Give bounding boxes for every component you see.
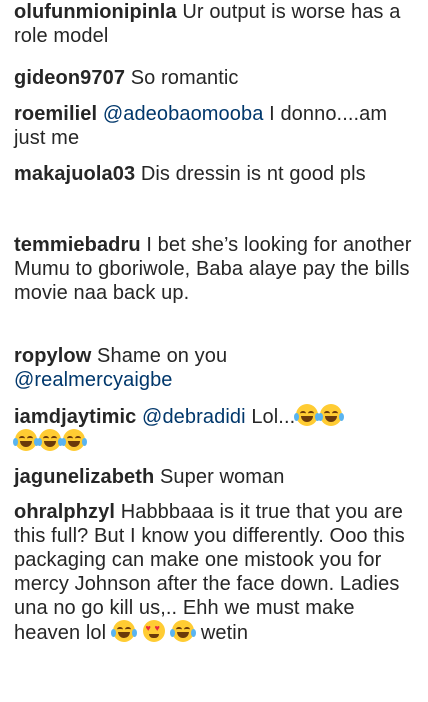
- comment-username[interactable]: makajuola03: [14, 163, 135, 185]
- comment-username[interactable]: temmiebadru: [14, 234, 141, 256]
- comment-username[interactable]: gideon9707: [14, 67, 125, 89]
- comment-item: makajuola03 Dis dressin is nt good pls: [14, 162, 414, 186]
- comment-username[interactable]: ohralphzyl: [14, 501, 115, 523]
- heart-eyes-emoji-icon: ♥ ♥: [142, 620, 165, 642]
- comment-text: So romantic: [130, 67, 239, 89]
- laughing-emoji-icon: [13, 429, 39, 451]
- comment-username[interactable]: roemiliel: [14, 103, 97, 125]
- comment-text: Lol...: [251, 406, 296, 428]
- comment-username[interactable]: ropylow: [14, 345, 91, 367]
- comment-item: ropylow Shame on you @realmercyaigbe: [14, 344, 414, 392]
- comment-item: jagunelizabeth Super woman: [14, 465, 414, 489]
- laughing-emoji-icon: [294, 404, 321, 426]
- comment-username[interactable]: olufunmionipinla: [14, 1, 177, 23]
- comment-username[interactable]: jagunelizabeth: [14, 466, 154, 488]
- comment-item: roemiliel @adeobaomooba I donno....am ju…: [14, 102, 414, 150]
- laughing-emoji-icon: [61, 429, 87, 451]
- laughing-emoji-icon: [110, 620, 137, 642]
- comment-text: Super woman: [159, 466, 285, 488]
- comment-item: gideon9707 So romantic: [14, 66, 414, 90]
- comment-text: Dis dressin is nt good pls: [140, 163, 366, 185]
- comment-item: temmiebadru I bet she’s looking for anot…: [14, 233, 414, 305]
- comment-trailing-text: wetin: [200, 622, 249, 644]
- laughing-emoji-icon: [170, 620, 197, 642]
- comment-mention[interactable]: @adeobaomooba: [103, 103, 264, 125]
- comment-text: Shame on you: [97, 345, 228, 367]
- comments-feed: olufunmionipinla Ur output is worse has …: [0, 0, 428, 702]
- laughing-emoji-icon: [318, 404, 345, 426]
- comment-item: ohralphzyl Habbbaaa is it true that you …: [14, 500, 414, 645]
- comment-mention[interactable]: @realmercyaigbe: [14, 369, 173, 391]
- comment-item: olufunmionipinla Ur output is worse has …: [14, 0, 414, 48]
- comment-username[interactable]: iamdjaytimic: [14, 406, 136, 428]
- comment-mention[interactable]: @debradidi: [142, 406, 246, 428]
- comment-item: iamdjaytimic @debradidi Lol...: [13, 404, 414, 454]
- laughing-emoji-icon: [37, 429, 63, 451]
